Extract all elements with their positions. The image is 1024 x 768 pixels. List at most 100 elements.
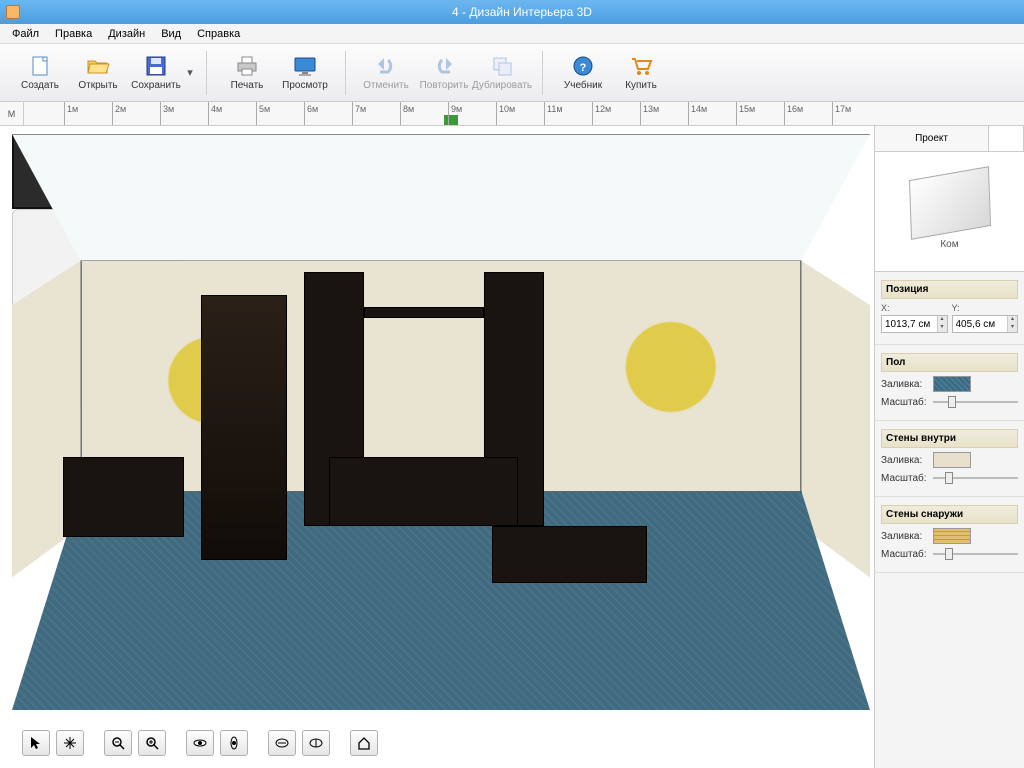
walls-out-fill-swatch[interactable] bbox=[933, 528, 971, 544]
furniture-tv-console[interactable] bbox=[329, 457, 518, 526]
titlebar: 4 - Дизайн Интерьера 3D bbox=[0, 0, 1024, 24]
app-icon bbox=[6, 5, 20, 19]
open-button[interactable]: Открыть bbox=[70, 47, 126, 99]
ruler-tick: 2м bbox=[112, 102, 126, 125]
side-tabs: Проект bbox=[875, 126, 1024, 152]
ruler-tick: 15м bbox=[736, 102, 755, 125]
object-preview: Ком bbox=[875, 152, 1024, 272]
redo-button[interactable]: Повторить bbox=[416, 47, 472, 99]
ruler-tick: 17м bbox=[832, 102, 851, 125]
position-head: Позиция bbox=[881, 280, 1018, 299]
room-scene bbox=[12, 134, 870, 710]
menu-design[interactable]: Дизайн bbox=[100, 26, 153, 42]
furniture-low-cabinet[interactable] bbox=[63, 457, 183, 538]
x-label: X: bbox=[881, 303, 948, 313]
tool-zoom-out[interactable] bbox=[104, 730, 132, 756]
svg-text:?: ? bbox=[580, 62, 587, 74]
preview-shape bbox=[908, 166, 990, 240]
furniture-coffee-table[interactable] bbox=[492, 526, 646, 584]
menu-edit[interactable]: Правка bbox=[47, 26, 100, 42]
viewport-3d[interactable] bbox=[0, 126, 874, 768]
menu-file[interactable]: Файл bbox=[4, 26, 47, 42]
buy-button[interactable]: Купить bbox=[613, 47, 669, 99]
tool-home[interactable] bbox=[350, 730, 378, 756]
manual-button[interactable]: ? Учебник bbox=[555, 47, 611, 99]
tool-fly[interactable] bbox=[302, 730, 330, 756]
furniture-bookcase[interactable] bbox=[201, 295, 287, 560]
ruler-tick: 9м bbox=[448, 102, 462, 125]
floor-scale-slider[interactable] bbox=[933, 395, 1018, 409]
view-toolbar bbox=[22, 730, 378, 756]
tab-project[interactable]: Проект bbox=[875, 126, 989, 151]
tool-pan[interactable] bbox=[56, 730, 84, 756]
preview-button[interactable]: Просмотр bbox=[277, 47, 333, 99]
menu-help[interactable]: Справка bbox=[189, 26, 248, 42]
ruler-tick: 6м bbox=[304, 102, 318, 125]
position-x-field[interactable] bbox=[882, 319, 937, 330]
ruler-tick: 3м bbox=[160, 102, 174, 125]
floor-fill-swatch[interactable] bbox=[933, 376, 971, 392]
ruler-unit: M bbox=[0, 102, 24, 125]
section-position: Позиция X: ▴▾ Y: ▴▾ bbox=[875, 272, 1024, 345]
cart-icon bbox=[627, 54, 655, 78]
tab-other[interactable] bbox=[989, 126, 1024, 151]
walls-in-head: Стены внутри bbox=[881, 429, 1018, 448]
walls-in-scale-slider[interactable] bbox=[933, 471, 1018, 485]
x-spin-down[interactable]: ▾ bbox=[937, 324, 947, 332]
ruler-tick: 4м bbox=[208, 102, 222, 125]
help-icon: ? bbox=[569, 54, 597, 78]
ruler-tick: 13м bbox=[640, 102, 659, 125]
floor-head: Пол bbox=[881, 353, 1018, 372]
ruler-row: M 1м2м3м4м5м6м7м8м9м10м11м12м13м14м15м16… bbox=[0, 102, 1024, 126]
preview-label: Ком bbox=[940, 239, 958, 250]
tool-zoom-in[interactable] bbox=[138, 730, 166, 756]
new-file-icon bbox=[26, 54, 54, 78]
ruler-tick: 12м bbox=[592, 102, 611, 125]
walls-out-head: Стены снаружи bbox=[881, 505, 1018, 524]
ruler-tick: 10м bbox=[496, 102, 515, 125]
tool-orbit[interactable] bbox=[186, 730, 214, 756]
section-walls-in: Стены внутри Заливка: Масштаб: bbox=[875, 421, 1024, 497]
menu-view[interactable]: Вид bbox=[153, 26, 189, 42]
duplicate-icon bbox=[488, 54, 516, 78]
ceiling bbox=[12, 134, 870, 261]
print-button[interactable]: Печать bbox=[219, 47, 275, 99]
position-x-input[interactable]: ▴▾ bbox=[881, 315, 948, 333]
y-spin-up[interactable]: ▴ bbox=[1007, 316, 1017, 324]
walls-out-scale-slider[interactable] bbox=[933, 547, 1018, 561]
tool-pointer[interactable] bbox=[22, 730, 50, 756]
walls-in-fill-swatch[interactable] bbox=[933, 452, 971, 468]
tool-look[interactable] bbox=[220, 730, 248, 756]
position-y-input[interactable]: ▴▾ bbox=[952, 315, 1019, 333]
new-button[interactable]: Создать bbox=[12, 47, 68, 99]
undo-button[interactable]: Отменить bbox=[358, 47, 414, 99]
tool-walk[interactable] bbox=[268, 730, 296, 756]
position-y-field[interactable] bbox=[953, 319, 1008, 330]
ruler-tick: 5м bbox=[256, 102, 270, 125]
x-spin-up[interactable]: ▴ bbox=[937, 316, 947, 324]
walls-out-fill-label: Заливка: bbox=[881, 531, 929, 542]
window-title: 4 - Дизайн Интерьера 3D bbox=[26, 5, 1018, 19]
folder-open-icon bbox=[84, 54, 112, 78]
monitor-icon bbox=[291, 54, 319, 78]
floor-fill-label: Заливка: bbox=[881, 379, 929, 390]
floor-scale-label: Масштаб: bbox=[881, 397, 929, 408]
menubar: Файл Правка Дизайн Вид Справка bbox=[0, 24, 1024, 44]
walls-in-fill-label: Заливка: bbox=[881, 455, 929, 466]
save-dropdown[interactable]: ▾ bbox=[186, 66, 194, 79]
ruler-tick: 1м bbox=[64, 102, 78, 125]
save-button[interactable]: Сохранить bbox=[128, 47, 184, 99]
y-spin-down[interactable]: ▾ bbox=[1007, 324, 1017, 332]
toolbar: Создать Открыть Сохранить ▾ Печать bbox=[0, 44, 1024, 102]
furniture-shelf[interactable] bbox=[364, 307, 484, 319]
walls-in-scale-label: Масштаб: bbox=[881, 473, 929, 484]
section-floor: Пол Заливка: Масштаб: bbox=[875, 345, 1024, 421]
save-icon bbox=[142, 54, 170, 78]
undo-icon bbox=[372, 54, 400, 78]
ruler-tick: 16м bbox=[784, 102, 803, 125]
printer-icon bbox=[233, 54, 261, 78]
side-panel: Проект Ком Позиция X: ▴▾ Y: ▴▾ bbox=[874, 126, 1024, 768]
duplicate-button[interactable]: Дублировать bbox=[474, 47, 530, 99]
redo-icon bbox=[430, 54, 458, 78]
horizontal-ruler[interactable]: 1м2м3м4м5м6м7м8м9м10м11м12м13м14м15м16м1… bbox=[24, 102, 1024, 125]
